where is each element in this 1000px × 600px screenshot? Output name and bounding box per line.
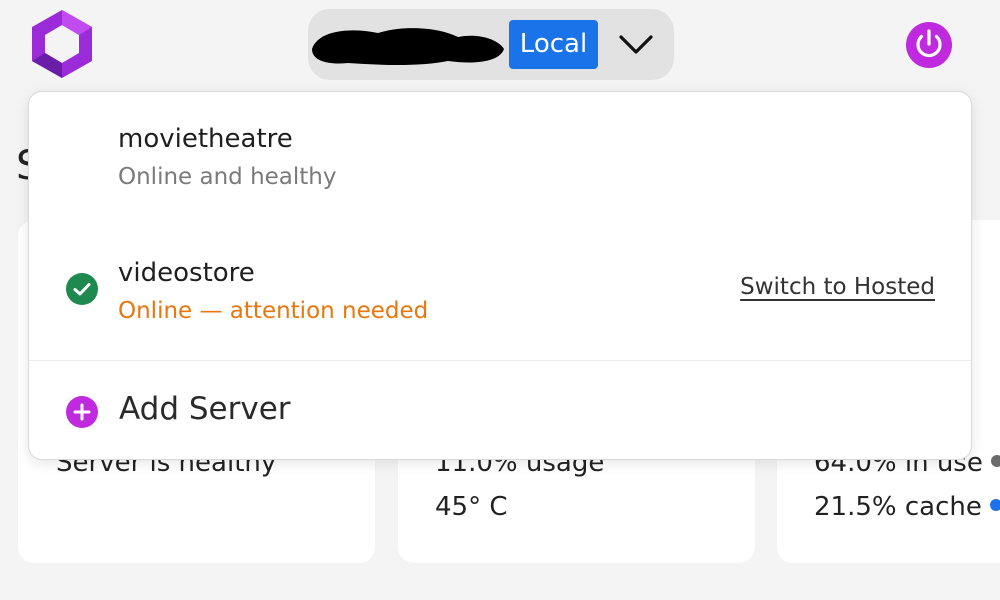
plus-circle-icon [66,396,98,428]
server-switcher[interactable]: Local [308,9,674,80]
divider [29,360,971,361]
server-item-movietheatre[interactable]: movietheatre Online and healthy [29,124,971,244]
server-status: Online and healthy [118,164,337,190]
memory-cache-text: 21.5% cache [814,492,982,522]
legend-dot-gray [990,454,1000,467]
check-circle-icon [66,273,98,305]
switch-to-hosted-link[interactable]: Switch to Hosted [740,274,935,300]
chevron-down-icon[interactable] [618,31,654,59]
add-server-label: Add Server [119,391,291,427]
server-name: movietheatre [118,124,293,154]
server-status: Online — attention needed [118,298,429,324]
legend-dot-blue [989,498,1000,511]
redacted-server-name [308,21,508,69]
add-server-button[interactable]: Add Server [29,376,971,446]
server-name: videostore [118,258,255,288]
memory-cache-row: 21.5% cache [814,492,1000,522]
environment-badge[interactable]: Local [509,20,598,69]
cpu-temperature-text: 45° C [435,492,508,522]
app-logo-icon[interactable] [28,8,96,80]
power-icon[interactable] [906,22,952,68]
server-dropdown-menu: movietheatre Online and healthy videosto… [28,91,972,460]
